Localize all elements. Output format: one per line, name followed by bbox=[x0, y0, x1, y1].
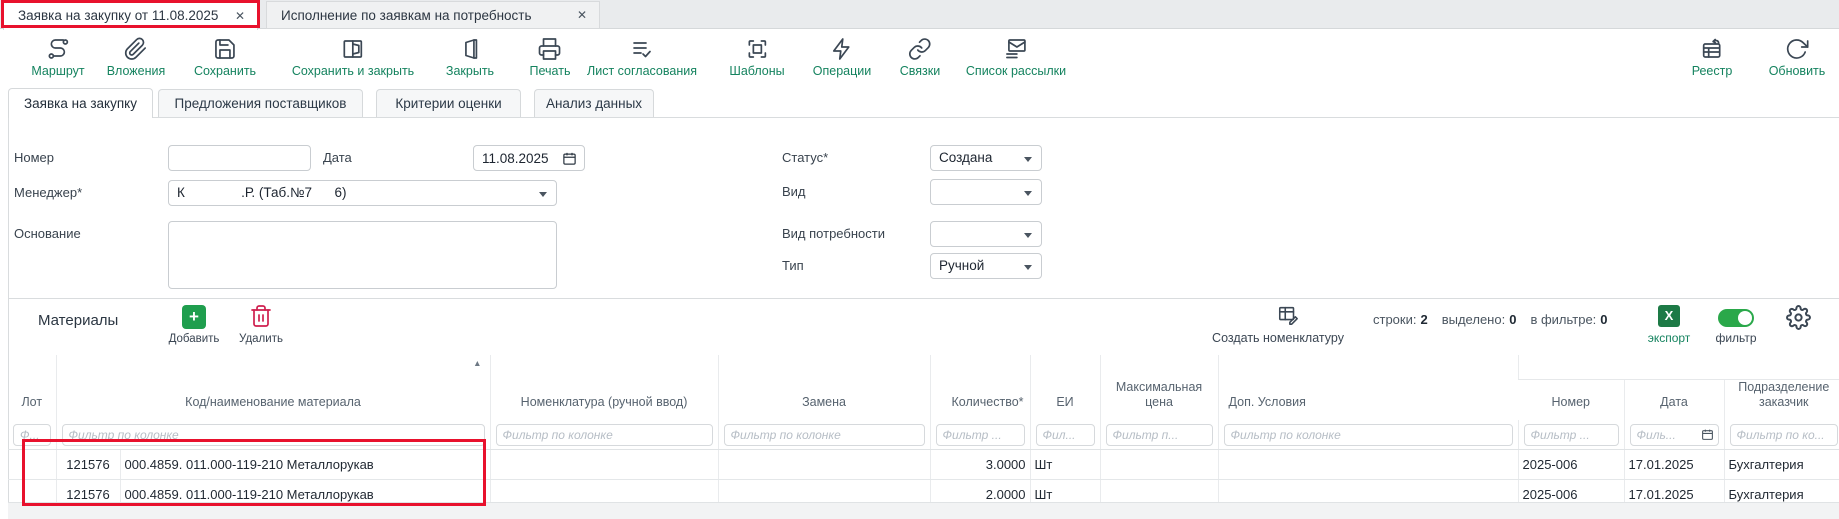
col-header-conditions[interactable]: Доп. Условия bbox=[1218, 355, 1518, 420]
mailing-list-icon bbox=[1004, 36, 1028, 62]
mailing-list-button[interactable]: Список рассылки bbox=[966, 36, 1066, 78]
window-tab-purchase-request[interactable]: Заявка на закупку от 11.08.2025 ✕ bbox=[3, 0, 258, 30]
close-icon[interactable]: ✕ bbox=[235, 9, 245, 23]
basis-label: Основание bbox=[14, 221, 81, 247]
col-header-nomenclature[interactable]: Номенклатура (ручной ввод) bbox=[490, 355, 718, 420]
refresh-button[interactable]: Обновить bbox=[1769, 36, 1826, 78]
create-nomenclature-button[interactable]: Создать номенклатуру bbox=[1188, 331, 1368, 345]
filter-unit-input[interactable] bbox=[1036, 424, 1095, 446]
col-header-unit[interactable]: ЕИ bbox=[1030, 355, 1100, 420]
window-tab-label: Заявка на закупку от 11.08.2025 bbox=[18, 8, 218, 23]
materials-table: Лот ▲ Код/наименование материала Номенкл… bbox=[8, 355, 1839, 510]
kind-label: Вид bbox=[782, 179, 806, 205]
kind-select[interactable] bbox=[930, 179, 1042, 205]
save-button[interactable]: Сохранить bbox=[194, 36, 256, 78]
approval-sheet-button[interactable]: Лист согласования bbox=[587, 36, 697, 78]
trash-icon[interactable] bbox=[249, 304, 273, 333]
window-tab-bar: Заявка на закупку от 11.08.2025 ✕ Исполн… bbox=[0, 0, 1839, 29]
calendar-icon[interactable] bbox=[562, 151, 577, 166]
toolbar: Маршрут Вложения Сохранить Сохранить и з… bbox=[0, 29, 1839, 87]
templates-icon bbox=[745, 36, 769, 62]
col-group-header bbox=[1518, 355, 1839, 379]
operations-button[interactable]: Операции bbox=[813, 36, 871, 78]
attachments-button[interactable]: Вложения bbox=[107, 36, 166, 78]
app-window: Заявка на закупку от 11.08.2025 ✕ Исполн… bbox=[0, 0, 1839, 519]
filter-conditions-input[interactable] bbox=[1224, 424, 1513, 446]
paperclip-icon bbox=[124, 36, 148, 62]
date-input[interactable] bbox=[473, 145, 585, 171]
route-icon bbox=[46, 36, 70, 62]
horizontal-scroll-area[interactable] bbox=[8, 502, 1839, 519]
tab-supplier-offers[interactable]: Предложения поставщиков bbox=[158, 89, 363, 117]
in-filter-counter: в фильтре:0 bbox=[1530, 312, 1607, 327]
selected-counter: выделено:0 bbox=[1442, 312, 1517, 327]
filter-replacement-input[interactable] bbox=[724, 424, 925, 446]
materials-divider bbox=[8, 298, 1839, 299]
registry-button[interactable]: Реестр bbox=[1692, 36, 1733, 78]
need-kind-label: Вид потребности bbox=[782, 221, 885, 247]
filter-code-name-input[interactable] bbox=[62, 424, 485, 446]
print-button[interactable]: Печать bbox=[530, 36, 571, 78]
links-button[interactable]: Связки bbox=[900, 36, 940, 78]
registry-icon bbox=[1700, 36, 1724, 62]
filter-quantity-input[interactable] bbox=[936, 424, 1025, 446]
link-icon bbox=[908, 36, 932, 62]
col-header-code-name[interactable]: ▲ Код/наименование материала bbox=[56, 355, 490, 420]
window-tab-execution[interactable]: Исполнение по заявкам на потребность ✕ bbox=[266, 1, 600, 29]
filter-number-input[interactable] bbox=[1524, 424, 1619, 446]
col-header-department[interactable]: Подразделение заказчик bbox=[1724, 379, 1839, 420]
manager-label: Менеджер* bbox=[14, 180, 82, 206]
calendar-icon[interactable] bbox=[1701, 428, 1714, 441]
filter-nomenclature-input[interactable] bbox=[496, 424, 713, 446]
materials-title: Материалы bbox=[38, 312, 118, 329]
basis-textarea[interactable] bbox=[168, 221, 557, 289]
type-select[interactable]: Ручной bbox=[930, 253, 1042, 279]
manager-select[interactable]: К .Р. (Таб.№7 6) bbox=[168, 180, 557, 206]
col-header-replacement[interactable]: Замена bbox=[718, 355, 930, 420]
sort-asc-icon[interactable]: ▲ bbox=[473, 358, 481, 369]
filter-toggle[interactable] bbox=[1718, 309, 1754, 327]
tab-evaluation-criteria[interactable]: Критерии оценки bbox=[376, 89, 521, 117]
close-icon[interactable]: ✕ bbox=[577, 8, 587, 22]
number-input[interactable] bbox=[168, 145, 311, 171]
templates-button[interactable]: Шаблоны bbox=[729, 36, 784, 78]
filter-toggle-label: фильтр bbox=[1700, 331, 1772, 345]
excel-export-icon[interactable]: X bbox=[1658, 305, 1680, 327]
filter-department-input[interactable] bbox=[1730, 424, 1839, 446]
type-label: Тип bbox=[782, 253, 804, 279]
approval-sheet-icon bbox=[630, 36, 654, 62]
number-label: Номер bbox=[14, 145, 54, 171]
close-button[interactable]: Закрыть bbox=[446, 36, 494, 78]
col-header-lot[interactable]: Лот bbox=[8, 355, 56, 420]
status-select[interactable]: Создана bbox=[930, 145, 1042, 171]
save-close-icon bbox=[341, 36, 365, 62]
printer-icon bbox=[538, 36, 562, 62]
door-icon bbox=[458, 36, 482, 62]
window-tab-label: Исполнение по заявкам на потребность bbox=[281, 8, 532, 23]
tab-purchase-request[interactable]: Заявка на закупку bbox=[8, 88, 153, 118]
save-icon bbox=[213, 36, 237, 62]
grid-counters: строки:2 выделено:0 в фильтре:0 bbox=[1373, 312, 1608, 327]
date-label: Дата bbox=[323, 145, 352, 171]
refresh-icon bbox=[1785, 36, 1809, 62]
col-header-number[interactable]: Номер bbox=[1518, 379, 1624, 420]
status-label: Статус* bbox=[782, 145, 828, 171]
delete-button[interactable]: Удалить bbox=[213, 333, 309, 345]
col-header-date[interactable]: Дата bbox=[1624, 379, 1724, 420]
create-nomenclature-icon[interactable] bbox=[1277, 304, 1299, 331]
save-and-close-button[interactable]: Сохранить и закрыть bbox=[292, 36, 414, 78]
gear-icon[interactable] bbox=[1786, 305, 1811, 335]
route-button[interactable]: Маршрут bbox=[31, 36, 84, 78]
need-kind-select[interactable] bbox=[930, 221, 1042, 247]
col-header-quantity[interactable]: Количество* bbox=[930, 355, 1030, 420]
lightning-icon bbox=[830, 36, 854, 62]
col-header-max-price[interactable]: Максимальная цена bbox=[1100, 355, 1218, 420]
filter-max-price-input[interactable] bbox=[1106, 424, 1213, 446]
filter-lot-input[interactable] bbox=[13, 424, 51, 446]
tab-data-analysis[interactable]: Анализ данных bbox=[534, 89, 654, 117]
rows-counter: строки:2 bbox=[1373, 312, 1428, 327]
add-icon[interactable]: + bbox=[182, 305, 206, 329]
table-row[interactable]: 121576 000.4859. 011.000-119-210 Металло… bbox=[8, 450, 1839, 480]
